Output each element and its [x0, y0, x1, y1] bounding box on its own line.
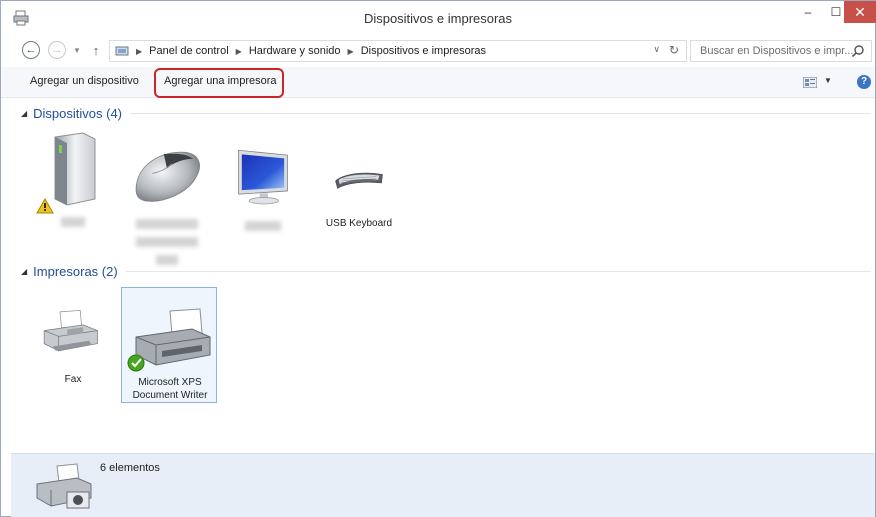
chevron-right-icon: ▶	[136, 46, 143, 56]
printer-label-line2: Document Writer	[132, 390, 208, 401]
device-label: USB Keyboard	[325, 218, 393, 229]
refresh-icon[interactable]: ↻	[669, 43, 679, 57]
computer-tower-icon	[36, 132, 96, 214]
chevron-right-icon[interactable]: ▶	[236, 47, 242, 56]
search-icon[interactable]	[851, 44, 865, 58]
device-label	[119, 219, 215, 269]
address-box[interactable]: ▶ Panel de control ▶ Hardware y sonido ▶…	[109, 40, 687, 62]
blurred-device-name	[136, 219, 198, 229]
mouse-icon	[135, 151, 200, 202]
group-divider	[130, 113, 871, 114]
arrow-right-icon: →	[51, 44, 63, 56]
search-placeholder: Buscar en Dispositivos e impr...	[700, 45, 854, 57]
recent-locations-button[interactable]: ▼	[71, 41, 83, 59]
blurred-device-name	[156, 255, 178, 265]
title-bar: Dispositivos e impresoras – ☐ ✕	[1, 1, 876, 35]
devices-printers-large-icon	[36, 463, 92, 509]
arrow-left-icon: ←	[25, 44, 37, 56]
chevron-right-icon[interactable]: ▶	[348, 47, 354, 56]
device-label	[215, 221, 311, 235]
search-input[interactable]: Buscar en Dispositivos e impr...	[690, 40, 872, 62]
collapse-triangle-icon[interactable]: ◢	[21, 109, 27, 118]
blurred-device-name	[61, 217, 85, 227]
arrow-up-icon: ↑	[92, 42, 100, 58]
printer-icon	[127, 308, 211, 372]
navigation-bar: ← → ▼ ↑ ▶ Panel de control ▶ Hardware y …	[1, 37, 875, 65]
back-button[interactable]: ←	[22, 41, 40, 59]
close-button[interactable]: ✕	[844, 1, 876, 23]
printer-label: Fax	[64, 374, 82, 385]
change-view-icon[interactable]	[803, 77, 817, 88]
minimize-button[interactable]: –	[794, 1, 822, 23]
highlight-frame	[154, 68, 284, 98]
keyboard-icon	[335, 172, 383, 189]
blurred-device-name	[245, 221, 281, 231]
group-title-printers: Impresoras (2)	[33, 264, 118, 279]
breadcrumb-dispositivos-e-impresoras[interactable]: Dispositivos e impresoras	[361, 45, 486, 57]
printer-label-line1: Microsoft XPS	[138, 377, 202, 388]
printer-label: Microsoft XPS Document Writer	[122, 376, 218, 402]
details-pane: 6 elementos	[11, 453, 875, 517]
devices-and-printers-window: Dispositivos e impresoras – ☐ ✕ ← → ▼ ↑ …	[0, 0, 876, 517]
add-device-button[interactable]: Agregar un dispositivo	[30, 75, 139, 87]
up-button[interactable]: ↑	[89, 41, 103, 59]
blurred-device-name	[136, 237, 198, 247]
fax-icon	[43, 310, 98, 352]
group-header-devices[interactable]: ◢ Dispositivos (4)	[21, 106, 871, 121]
breadcrumb-hardware-y-sonido[interactable]: Hardware y sonido	[249, 45, 341, 57]
help-icon[interactable]: ?	[857, 75, 871, 89]
monitor-icon	[238, 149, 288, 205]
printer-item-microsoft-xps-document-writer[interactable]: Microsoft XPS Document Writer	[121, 287, 217, 403]
forward-button[interactable]: →	[48, 41, 66, 59]
command-bar: Agregar un dispositivo Agregar una impre…	[1, 67, 875, 98]
control-panel-icon	[115, 46, 129, 56]
group-title-devices: Dispositivos (4)	[33, 106, 123, 121]
window-title: Dispositivos e impresoras	[363, 11, 513, 26]
group-divider	[125, 271, 871, 272]
view-options-dropdown-icon[interactable]: ▼	[824, 76, 832, 85]
address-dropdown-icon[interactable]: ∨	[653, 44, 660, 55]
collapse-triangle-icon[interactable]: ◢	[21, 267, 27, 276]
device-label	[25, 217, 121, 231]
breadcrumb-panel-de-control[interactable]: Panel de control	[149, 45, 229, 57]
chevron-down-icon: ▼	[73, 45, 81, 55]
item-count: 6 elementos	[100, 462, 160, 474]
